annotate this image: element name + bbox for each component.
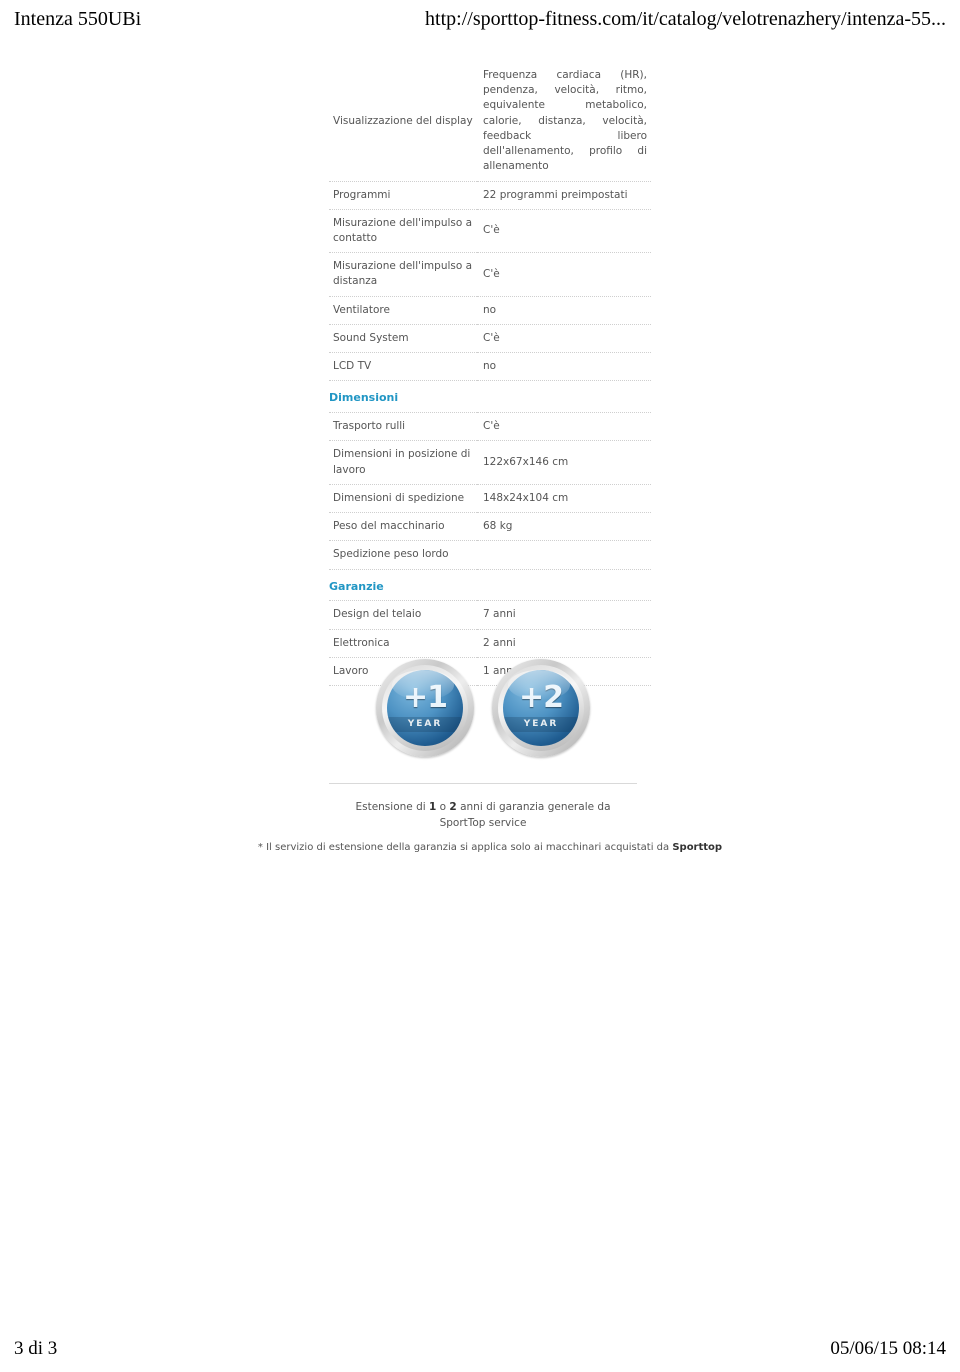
badge-inner-disc: +1 YEAR [387,670,463,746]
specification-table: Visualizzazione del display Frequenza car… [329,62,651,687]
spec-section-label: Dimensioni [329,380,651,414]
spec-row-label: Visualizzazione del display [329,62,477,182]
spec-row: Trasporto rulli C'è [329,412,651,442]
warranty-divider [329,783,637,784]
spec-row-value: C'è [477,412,651,442]
spec-row: Programmi 22 programmi preimpostati [329,181,651,210]
spec-row-label: Peso del macchinario [329,512,477,542]
print-footer: 3 di 3 05/06/15 08:14 [0,1334,960,1364]
source-url: http://sporttop-fitness.com/it/catalog/v… [425,7,946,30]
spec-row-value: no [477,352,651,382]
spec-row-value: C'è [477,324,651,354]
spec-row-value: 7 anni [477,600,651,630]
spec-section-label: Garanzie [329,569,651,602]
spec-row-value: 68 kg [477,512,651,542]
badge-inner-disc: +2 YEAR [503,670,579,746]
spec-row-label: Dimensioni di spedizione [329,484,477,514]
spec-row: Misurazione dell'impulso a distanza C'è [329,252,651,297]
spec-row: Sound System C'è [329,324,651,354]
footnote-text: * Il servizio di estensione della garanz… [257,842,673,853]
spec-row-label: Design del telaio [329,600,477,630]
spec-row: Visualizzazione del display Frequenza car… [329,62,651,182]
badge-unit: YEAR [503,717,579,732]
page-number: 3 di 3 [14,1338,58,1359]
footnote-brand: Sporttop [672,842,723,853]
spec-row-label: Misurazione dell'impulso a distanza [329,252,477,297]
warranty-note-part-3: anni di garanzia generale da [456,801,611,813]
badge-unit: YEAR [387,717,463,732]
spec-row-label: Sound System [329,324,477,354]
spec-row: Design del telaio 7 anni [329,600,651,630]
spec-row: Ventilatore no [329,296,651,325]
spec-row-value: C'è [477,252,651,297]
spec-row-label: Trasporto rulli [329,412,477,442]
spec-row-value: C'è [477,209,651,254]
spec-row-label: Misurazione dell'impulso a contatto [329,209,477,254]
warranty-years-2: 2 [449,801,457,813]
warranty-footnote: * Il servizio di estensione della garanz… [240,840,740,855]
warranty-badge-1-year: +1 YEAR [376,659,474,757]
warranty-service-name: SportTop service [439,816,527,829]
spec-row: Misurazione dell'impulso a contatto C'è [329,209,651,254]
spec-row: Dimensioni in posizione di lavoro 122x67x… [329,440,651,485]
spec-row-label: LCD TV [329,352,477,382]
warranty-extension-note: Estensione di 1 o 2 anni di garanzia gen… [329,800,637,832]
badge-number: +1 [402,680,448,715]
spec-row-label: Spedizione peso lordo [329,540,477,570]
spec-row: Dimensioni di spedizione 148x24x104 cm [329,484,651,514]
spec-section-heading: Dimensioni [329,380,651,414]
spec-table-body: Visualizzazione del display Frequenza car… [329,62,651,687]
spec-row-value: 22 programmi preimpostati [477,181,651,210]
warranty-badges: +1 YEAR +2 YEAR [329,648,637,768]
warranty-note-part-2: o [436,801,450,813]
spec-row-label: Dimensioni in posizione di lavoro [329,440,477,485]
document-title: Intenza 550UBi [14,7,142,30]
spec-row: LCD TV no [329,352,651,382]
badge-number: +2 [518,680,564,715]
spec-row-value: no [477,296,651,325]
warranty-note-part-1: Estensione di [355,801,429,813]
spec-section-heading: Garanzie [329,569,651,602]
spec-row-value: Frequenza cardiaca (HR), pendenza, veloc… [477,62,651,182]
spec-row-value: 122x67x146 cm [477,440,651,485]
print-timestamp: 05/06/15 08:14 [830,1338,946,1359]
print-header: Intenza 550UBi http://sporttop-fitness.c… [0,0,960,38]
spec-row-label: Ventilatore [329,296,477,325]
spec-row-value [477,540,651,570]
spec-row: Peso del macchinario 68 kg [329,512,651,542]
spec-row-value: 148x24x104 cm [477,484,651,514]
spec-row: Spedizione peso lordo [329,540,651,570]
warranty-badge-2-year: +2 YEAR [492,659,590,757]
spec-row-label: Programmi [329,181,477,210]
spec-table: Visualizzazione del display Frequenza car… [329,62,651,687]
